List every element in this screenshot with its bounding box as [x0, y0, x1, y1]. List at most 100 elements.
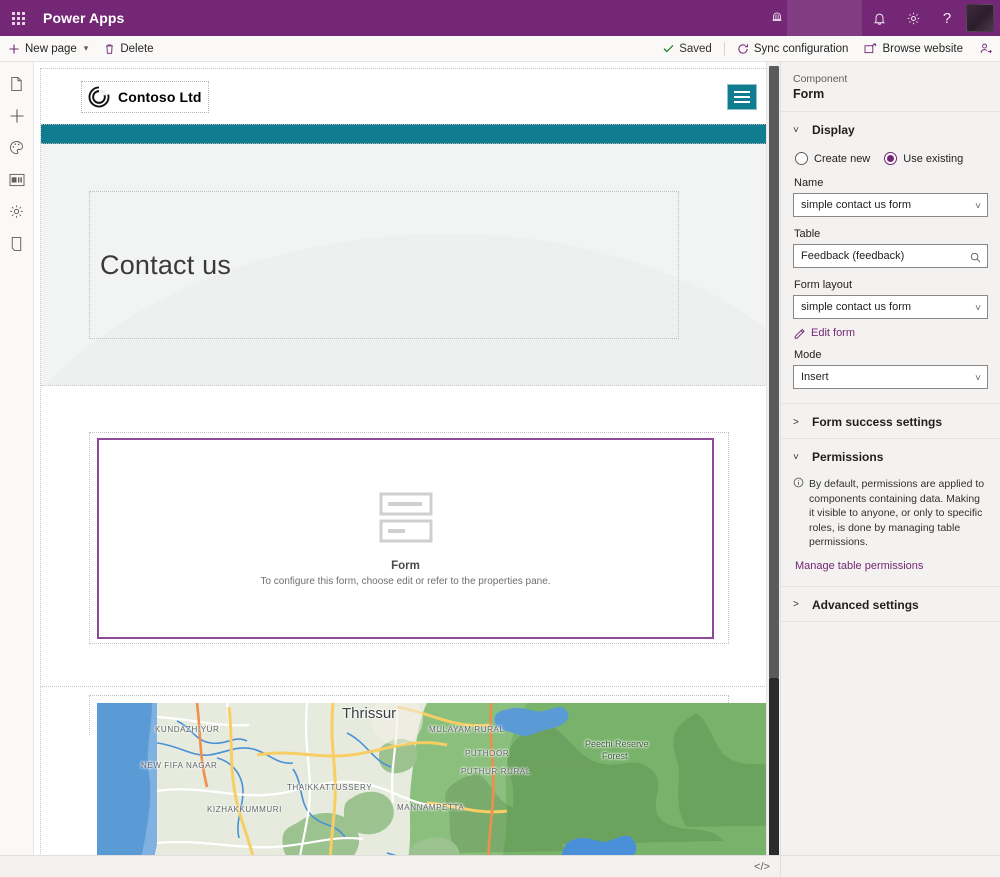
checkmark-icon — [663, 42, 674, 56]
contoso-ring-logo — [88, 85, 110, 108]
mode-value: Insert — [801, 371, 829, 383]
accordion-advanced-settings: ˃ Advanced settings — [781, 587, 1000, 622]
new-page-button[interactable]: New page ▾ — [0, 36, 96, 62]
hero-section[interactable]: Contact us — [41, 144, 767, 386]
chevron-down-icon: ˅ — [793, 451, 799, 463]
radio-indicator — [795, 152, 808, 165]
help-icon[interactable]: ? — [930, 0, 964, 36]
form-fields-icon — [375, 490, 437, 546]
suite-bar: Power Apps ? — [0, 0, 1000, 36]
name-label: Name — [794, 177, 824, 189]
accordion-permissions-header[interactable]: ˅ Permissions — [781, 439, 1000, 473]
accordion-permissions: ˅ Permissions By default, permissions ar… — [781, 439, 1000, 587]
site-brand[interactable]: Contoso Ltd — [81, 80, 209, 113]
layout-icon — [9, 173, 25, 192]
environment-icon[interactable] — [769, 8, 785, 28]
sidebar-item-add[interactable] — [0, 102, 34, 134]
accordion-permissions-body: By default, permissions are applied to c… — [781, 473, 1000, 586]
chevron-right-icon: ˃ — [793, 599, 799, 610]
canvas-scrollbar-track-lower[interactable] — [769, 678, 779, 863]
canvas-scrollbar[interactable] — [766, 62, 780, 867]
hamburger-icon[interactable] — [727, 83, 757, 110]
refresh-icon — [737, 43, 749, 55]
form-section[interactable]: Form To configure this form, choose edit… — [41, 386, 767, 686]
map-component[interactable]: Thrissur KUNDAZHIYUR MULAYAM RURAL PUTHO… — [97, 703, 767, 867]
accordion-advanced-settings-header[interactable]: ˃ Advanced settings — [781, 587, 1000, 621]
hero-text-block[interactable]: Contact us — [89, 191, 679, 339]
accordion-display-body: Create new Use existing Name simple cont… — [781, 146, 1000, 403]
radio-create-new-label: Create new — [814, 152, 871, 165]
accordion-display: ˅ Display Create new Use existing Name s… — [781, 112, 1000, 404]
mobile-icon — [10, 236, 23, 257]
sidebar-item-pages[interactable] — [0, 70, 34, 102]
permissions-note-text: By default, permissions are applied to c… — [809, 478, 985, 548]
component-title: Form — [793, 87, 825, 101]
accordion-form-success: ˃ Form success settings — [781, 404, 1000, 439]
environment-pill[interactable] — [787, 0, 862, 36]
code-icon[interactable]: </> — [748, 856, 776, 877]
sidebar-item-setup[interactable] — [0, 198, 34, 230]
sidebar-item-device-preview[interactable] — [0, 230, 34, 262]
chevron-down-icon: ˅ — [975, 372, 981, 384]
chevron-down-icon: ˅ — [975, 302, 981, 314]
power-apps-window: Power Apps ? New page ▾ Delete Saved Syn… — [0, 0, 1000, 877]
table-value: Feedback (feedback) — [801, 250, 905, 262]
component-kicker: Component — [793, 73, 848, 85]
website-preview[interactable]: Contoso Ltd Contact us Form To configure… — [40, 68, 768, 867]
table-lookup-input[interactable]: Feedback (feedback) — [793, 244, 988, 268]
page-title: Contact us — [100, 249, 232, 280]
pencil-icon — [794, 328, 805, 339]
trash-icon — [104, 43, 115, 55]
manage-table-permissions-link[interactable]: Manage table permissions — [795, 560, 988, 572]
user-avatar[interactable] — [966, 4, 994, 32]
mode-label: Mode — [794, 349, 822, 361]
table-label: Table — [794, 228, 821, 240]
mode-dropdown[interactable]: Insert ˅ — [793, 365, 988, 389]
chevron-down-icon: ▾ — [83, 43, 89, 53]
browse-website-label: Browse website — [882, 42, 963, 55]
bell-icon[interactable] — [862, 0, 896, 36]
radio-use-existing-label: Use existing — [903, 152, 964, 165]
delete-label: Delete — [120, 42, 154, 55]
chevron-down-icon: ˅ — [975, 200, 981, 212]
delete-button[interactable]: Delete — [96, 36, 161, 62]
name-value: simple contact us form — [801, 199, 912, 211]
map-section[interactable]: Thrissur KUNDAZHIYUR MULAYAM RURAL PUTHO… — [41, 687, 767, 867]
form-layout-value: simple contact us form — [801, 301, 912, 313]
form-source-radio-group: Create new Use existing — [795, 152, 988, 165]
sync-configuration-label: Sync configuration — [753, 42, 849, 55]
radio-use-existing[interactable]: Use existing — [884, 152, 963, 165]
gear-icon — [9, 204, 24, 224]
gear-icon[interactable] — [896, 0, 930, 36]
accordion-form-success-label: Form success settings — [812, 415, 943, 429]
sidebar-item-templates[interactable] — [0, 166, 34, 198]
left-rail — [0, 62, 34, 877]
command-divider — [723, 41, 725, 56]
app-title: Power Apps — [43, 10, 125, 26]
search-icon — [970, 245, 981, 269]
edit-form-link[interactable]: Edit form — [794, 327, 988, 339]
site-brand-name: Contoso Ltd — [118, 88, 202, 105]
page-canvas[interactable]: Contoso Ltd Contact us Form To configure… — [34, 62, 780, 867]
form-layout-dropdown[interactable]: simple contact us form ˅ — [793, 295, 988, 319]
accordion-form-success-header[interactable]: ˃ Form success settings — [781, 404, 1000, 438]
form-component-selected[interactable]: Form To configure this form, choose edit… — [97, 438, 714, 639]
saved-status: Saved — [655, 36, 720, 62]
waffle-icon[interactable] — [0, 0, 36, 36]
page-icon — [9, 76, 24, 97]
sidebar-item-styling[interactable] — [0, 134, 34, 166]
edit-form-label: Edit form — [811, 327, 856, 339]
accordion-advanced-settings-label: Advanced settings — [812, 597, 919, 612]
radio-create-new[interactable]: Create new — [795, 152, 870, 165]
name-dropdown[interactable]: simple contact us form ˅ — [793, 193, 988, 217]
site-header: Contoso Ltd — [41, 69, 767, 124]
radio-indicator-selected — [884, 152, 898, 165]
browse-website-button[interactable]: Browse website — [856, 36, 971, 62]
form-placeholder-description: To configure this form, choose edit or r… — [260, 576, 551, 587]
accordion-display-header[interactable]: ˅ Display — [781, 112, 1000, 146]
saved-label: Saved — [679, 42, 712, 55]
sync-configuration-button[interactable]: Sync configuration — [729, 36, 857, 62]
share-person-icon[interactable] — [971, 36, 1000, 62]
command-bar: New page ▾ Delete Saved Sync configurati… — [0, 36, 1000, 62]
canvas-scrollbar-thumb[interactable] — [769, 66, 779, 678]
